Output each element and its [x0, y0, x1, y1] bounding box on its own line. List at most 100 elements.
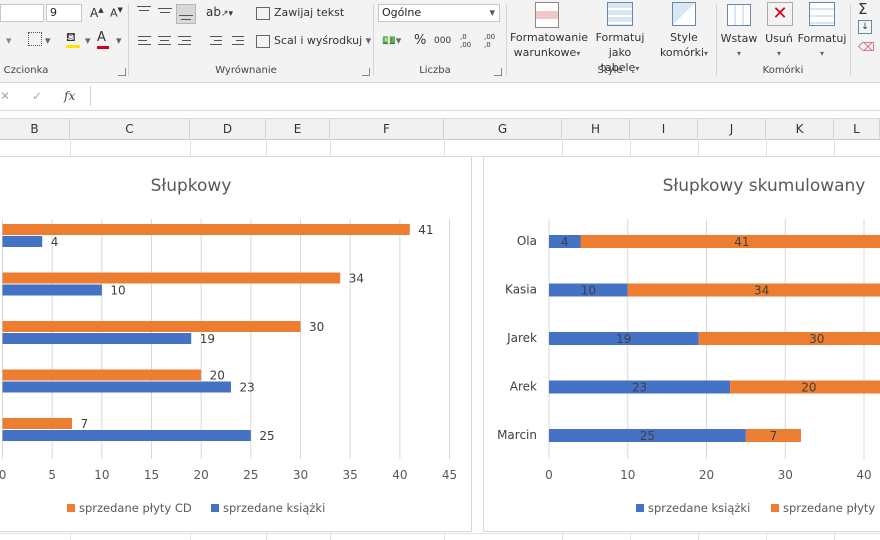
column-header-k[interactable]: K [766, 119, 834, 139]
conditional-formatting-icon [535, 2, 559, 28]
shrink-font-button[interactable]: A▼ [110, 6, 123, 20]
cell-styles-label: Style [670, 31, 698, 44]
fill-down-icon[interactable]: ↓ [858, 20, 872, 34]
insert-function-button[interactable]: fx [64, 89, 75, 103]
data-label: 10 [581, 284, 596, 298]
align-center-icon[interactable] [158, 36, 172, 48]
group-styles-label: Style [597, 65, 623, 76]
increase-indent-icon[interactable] [228, 36, 244, 48]
chart-stacked-bar[interactable]: Słupkowy skumulowany 4 41 10 34 19 30 23 20 25 7 … [483, 156, 880, 532]
legend-swatch [211, 504, 219, 512]
data-label: 30 [809, 332, 824, 346]
insert-cells-button[interactable]: Wstaw ▾ [720, 31, 758, 61]
data-label: 25 [259, 429, 274, 443]
cell-styles-label-2: komórki [659, 46, 705, 59]
column-header-e[interactable]: E [266, 119, 330, 139]
delete-label: Usuń [765, 32, 793, 45]
grow-font-button[interactable]: A▲ [90, 6, 104, 20]
chart-clustered-bar[interactable]: Słupkowy 41 4 34 10 30 19 20 23 7 25 0 5 10 15 20 25 30… [0, 156, 472, 532]
cancel-icon[interactable]: ✕ [0, 89, 10, 103]
font-color-icon: A [97, 30, 106, 45]
number-format-dropdown[interactable]: Ogólne ▾ [378, 4, 500, 22]
legend-swatch [771, 504, 779, 512]
x-tick-label: 35 [343, 468, 358, 482]
cell-styles-button[interactable]: Style komórki▾ [656, 30, 712, 61]
legend-label: sprzedane płyty CD [79, 501, 192, 515]
comma-style-button[interactable]: 000 [434, 36, 451, 46]
data-label: 20 [210, 369, 225, 383]
orientation-button[interactable]: ab↗▾ [206, 5, 233, 19]
data-label: 19 [200, 332, 215, 346]
accounting-format-button[interactable]: 💵▾ [382, 34, 401, 47]
data-label: 7 [81, 417, 89, 431]
delete-cells-button[interactable]: Usuń ▾ [760, 31, 798, 61]
bar [2, 430, 251, 441]
chart-stacked-bar-svg: Słupkowy skumulowany 4 4110 3419 3023 2025 7 … [497, 176, 880, 515]
alignment-group-launcher[interactable] [362, 68, 370, 76]
data-label: 19 [616, 332, 631, 346]
column-header-j[interactable]: J [698, 119, 766, 139]
borders-button[interactable]: ▾ [6, 34, 12, 47]
column-header-l[interactable]: L [834, 119, 880, 139]
column-header-i[interactable]: I [630, 119, 698, 139]
format-cells-button[interactable]: Formatuj ▾ [796, 31, 848, 61]
borders-icon[interactable] [28, 32, 42, 46]
clear-icon[interactable]: ⌫ [858, 40, 875, 54]
column-header-c[interactable]: C [70, 119, 190, 139]
font-color-dropdown[interactable]: ▾ [116, 34, 122, 47]
chart-title[interactable]: Słupkowy skumulowany [663, 176, 866, 196]
merge-center-button[interactable]: Scal i wyśrodkuj ▾ [256, 34, 371, 48]
fill-color-button[interactable]: ⛾ [66, 30, 80, 48]
column-header-f[interactable]: F [330, 119, 444, 139]
decrease-indent-icon[interactable] [206, 36, 222, 48]
data-label: 41 [418, 223, 433, 237]
wrap-text-button[interactable]: Zawijaj tekst [256, 6, 344, 20]
group-cells-label: Komórki [762, 65, 804, 76]
insert-cells-icon [727, 4, 751, 26]
conditional-formatting-button[interactable]: Formatowanie warunkowe▾ [510, 30, 589, 61]
column-header-h[interactable]: H [562, 119, 630, 139]
x-tick-label: 0 [0, 468, 6, 482]
font-color-swatch [97, 46, 109, 49]
align-middle-icon[interactable] [158, 6, 172, 18]
column-headers: B C D E F G H I J K L [0, 118, 880, 140]
increase-decimal-button[interactable]: ,0 ,00 [460, 33, 478, 49]
data-label: 30 [309, 320, 324, 334]
fill-color-dropdown[interactable]: ▾ [85, 34, 91, 47]
align-top-icon[interactable] [137, 4, 151, 16]
legend-label: sprzedane książki [648, 501, 750, 515]
category-label: Ola [517, 234, 537, 248]
group-alignment-label: Wyrównanie [215, 65, 277, 76]
column-header-d[interactable]: D [190, 119, 266, 139]
number-group-launcher[interactable] [494, 68, 502, 76]
borders-dropdown[interactable]: ▾ [45, 34, 51, 47]
bar [2, 381, 231, 393]
enter-icon[interactable]: ✓ [32, 89, 42, 103]
formula-input[interactable] [90, 86, 880, 106]
align-left-icon[interactable] [138, 36, 152, 48]
decrease-decimal-button[interactable]: ,00 ,0 [484, 33, 502, 49]
legend-label: sprzedane książki [223, 501, 325, 515]
font-size-box[interactable]: 9 [46, 4, 82, 22]
font-name-box[interactable] [0, 4, 44, 22]
legend-swatch [636, 504, 644, 512]
wrap-text-icon [256, 6, 270, 20]
x-tick-label: 10 [620, 468, 635, 482]
percent-style-button[interactable]: % [414, 33, 426, 48]
font-group-launcher[interactable] [118, 68, 126, 76]
formula-bar: ✕ ✓ fx [0, 84, 880, 111]
autosum-icon[interactable]: Σ [858, 0, 867, 18]
data-label: 4 [561, 235, 569, 249]
column-header-b[interactable]: B [0, 119, 70, 139]
x-tick-label: 30 [293, 468, 308, 482]
conditional-formatting-label: Formatowanie [510, 31, 589, 44]
chart-clustered-bar-svg: Słupkowy 41 4 34 10 30 19 20 23 7 25 0 5 10 15 20 25 30… [0, 176, 457, 515]
chart-title[interactable]: Słupkowy [151, 176, 232, 196]
font-color-button[interactable]: A [97, 30, 109, 49]
align-right-icon[interactable] [178, 36, 192, 48]
column-header-g[interactable]: G [444, 119, 562, 139]
bar-segment [698, 332, 880, 345]
align-bottom-icon[interactable] [176, 4, 196, 24]
separator [850, 4, 851, 76]
category-label: Kasia [505, 283, 537, 297]
